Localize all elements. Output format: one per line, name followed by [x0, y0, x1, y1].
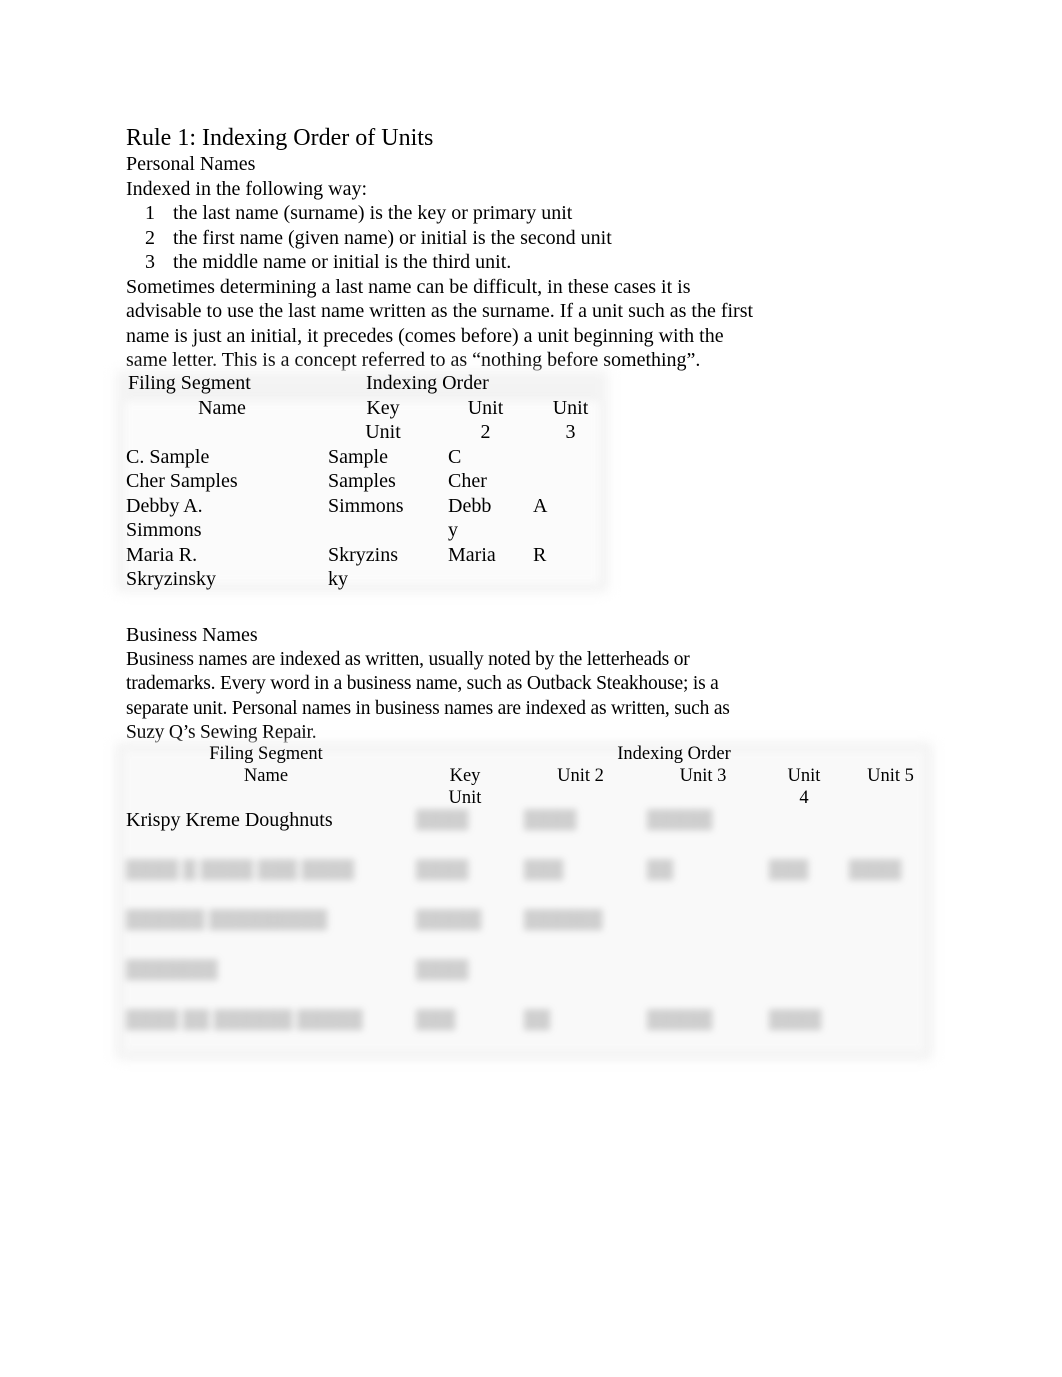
- step-text: the last name (surname) is the key or pr…: [173, 202, 573, 224]
- column-header: Name: [243, 766, 289, 786]
- page-title: Rule 1: Indexing Order of Units: [126, 125, 434, 151]
- column-header: Unit 2: [467, 396, 504, 444]
- header-indexing-order: Indexing Order: [617, 744, 731, 764]
- personal-names-table: Filing Segment Indexing Order Name Key U…: [116, 371, 608, 592]
- step-text: the first name (given name) or initial i…: [173, 226, 612, 249]
- list-item: 2 the first name (given name) or initial …: [126, 226, 766, 251]
- header-filing-segment: Filing Segment: [128, 372, 251, 394]
- table-row: ▒▒▒▒ ▒▒ ▒▒▒▒▒▒ ▒▒▒▒▒ ▒▒▒ ▒▒ ▒▒▒▒▒ ▒▒▒▒: [126, 1010, 822, 1030]
- table-row: Cher Samples Samples Cher: [126, 470, 487, 492]
- list-item: 3 the middle name or initial is the third…: [126, 250, 766, 275]
- document-page: Rule 1: Indexing Order of Units Personal…: [126, 124, 766, 373]
- column-header: Name: [198, 396, 246, 419]
- table-row: C. Sample Sample C: [126, 445, 462, 468]
- table-row: ▒▒▒▒▒▒ ▒▒▒▒▒▒▒▒▒ ▒▒▒▒▒ ▒▒▒▒▒▒: [126, 910, 603, 930]
- table-row: ▒▒▒▒▒▒▒ ▒▒▒▒: [126, 960, 469, 980]
- step-text: the middle name or initial is the third …: [173, 251, 512, 273]
- header-indexing-order: Indexing Order: [366, 372, 489, 394]
- section-heading-personal: Personal Names: [126, 153, 256, 175]
- table-row: Maria R. Skryzinsky Skryzinsky Maria R: [126, 543, 547, 591]
- business-section: Business Names Business names are indexe…: [126, 623, 766, 746]
- personal-intro: Indexed in the following way:: [126, 177, 368, 200]
- list-item: 1 the last name (surname) is the key or p…: [126, 201, 766, 226]
- column-header: Unit 3: [552, 396, 589, 444]
- column-header: Unit 5: [867, 766, 914, 786]
- step-number: 3: [145, 251, 155, 273]
- step-number: 1: [145, 202, 155, 224]
- column-header: Unit 4: [787, 766, 821, 808]
- column-header: Unit 2: [557, 766, 604, 786]
- table-row: ▒▒▒▒ ▒ ▒▒▒▒ ▒▒▒ ▒▒▒▒ ▒▒▒▒ ▒▒▒ ▒▒ ▒▒▒ ▒▒▒…: [126, 860, 902, 880]
- section-heading-business: Business Names: [126, 624, 258, 646]
- step-number: 2: [145, 226, 155, 249]
- indexing-steps: 1 the last name (surname) is the key or p…: [126, 201, 766, 275]
- column-header: Key Unit: [365, 396, 401, 444]
- business-names-table: Filing Segment Indexing Order Name Key U…: [116, 743, 932, 1059]
- table-row: Krispy Kreme Doughnuts ▒▒▒▒ ▒▒▒▒ ▒▒▒▒▒: [126, 809, 713, 831]
- business-paragraph: Business names are indexed as written, u…: [126, 648, 730, 744]
- table-row: Debby A. Simmons Simmons Debby A: [126, 494, 548, 542]
- header-filing-segment: Filing Segment: [209, 744, 323, 764]
- column-header: Key Unit: [448, 766, 482, 808]
- column-header: Unit 3: [679, 766, 727, 786]
- personal-paragraph: Sometimes determining a last name can be…: [126, 275, 754, 372]
